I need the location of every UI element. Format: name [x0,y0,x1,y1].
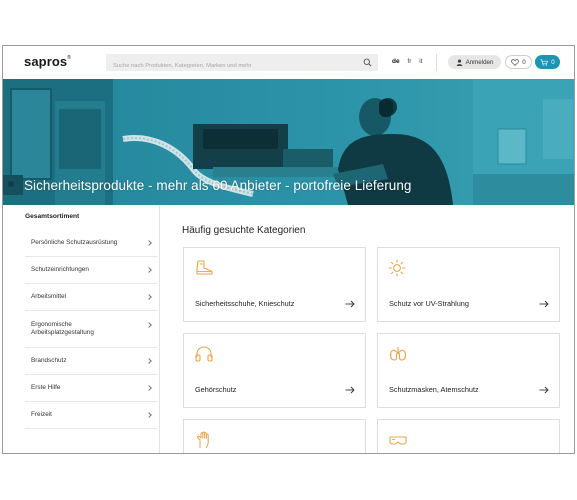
boot-icon [196,260,213,275]
heart-icon [511,58,520,66]
sidebar-item-ergonomische-arbeitsplatzgestaltung[interactable]: Ergonomische Arbeitsplatzgestaltung [25,311,158,348]
sidebar-item-label: Brandschutz [31,357,67,364]
sidebar-item-label: Persönliche Schutzausrüstung [31,239,118,246]
category-card-handschutz[interactable] [183,419,366,453]
sidebar-item-persoenliche-schutzausruestung[interactable]: Persönliche Schutzausrüstung [25,230,158,257]
headphones-icon [195,346,213,362]
goggles-icon [389,436,407,445]
category-card-uv-schutz[interactable]: Schutz vor UV-Strahlung [377,247,560,322]
glove-icon [197,431,209,449]
category-card-augenschutz[interactable] [377,419,560,453]
chevron-right-icon [146,322,152,328]
sidebar-title: Gesamtsortiment [25,213,80,220]
arrow-right-icon [539,300,549,308]
cart-icon [540,59,549,66]
search-input[interactable] [106,57,346,75]
arrow-right-icon [345,386,355,394]
wishlist-button[interactable]: 0 [505,55,532,69]
lang-it[interactable]: it [419,58,422,65]
card-label: Gehörschutz [195,385,237,394]
login-button[interactable]: Anmelden [448,55,501,69]
category-sidebar: Gesamtsortiment Persönliche Schutzausrüs… [3,205,160,453]
chevron-right-icon [146,267,152,273]
sidebar-item-arbeitsmittel[interactable]: Arbeitsmittel [25,284,158,311]
logo[interactable]: sapros® [24,54,71,69]
user-icon [456,58,462,66]
chevron-right-icon [146,412,152,418]
search-icon[interactable] [363,58,372,67]
sidebar-item-schutzeinrichtungen[interactable]: Schutzeinrichtungen [25,257,158,284]
sun-icon [388,259,406,277]
wishlist-count: 0 [522,58,526,66]
lang-fr[interactable]: fr [407,58,411,65]
sidebar-item-erste-hilfe[interactable]: Erste Hilfe [25,375,158,402]
divider [436,54,437,71]
arrow-right-icon [539,386,549,394]
header: sapros® de fr it Anmelden 0 [3,46,574,79]
sidebar-item-brandschutz[interactable]: Brandschutz [25,348,158,375]
card-label: Sicherheitsschuhe, Knieschutz [195,299,295,308]
hero-banner: Sicherheitsprodukte - mehr als 60 Anbiet… [3,79,574,205]
sidebar-item-label: Schutzeinrichtungen [31,266,89,273]
search-bar[interactable] [106,54,378,75]
cart-button[interactable]: 0 [535,55,560,69]
sidebar-item-label: Ergonomische Arbeitsplatzgestaltung [31,321,94,336]
chevron-right-icon [146,358,152,364]
language-switcher: de fr it [392,58,428,65]
sidebar-item-label: Freizeit [31,411,52,418]
sidebar-item-label: Arbeitsmittel [31,293,67,300]
category-card-atemschutz[interactable]: Schutzmasken, Atemschutz [377,333,560,408]
sidebar-item-label: Erste Hilfe [31,384,61,391]
logo-mark: ® [67,55,72,61]
chevron-right-icon [146,385,152,391]
sidebar-item-freizeit[interactable]: Freizeit [25,402,158,429]
section-title: Häufig gesuchte Kategorien [182,225,306,236]
chevron-right-icon [146,294,152,300]
cart-count: 0 [551,58,555,66]
lang-de[interactable]: de [392,58,400,65]
sidebar-list: Persönliche Schutzausrüstung Schutzeinri… [25,230,158,429]
arrow-right-icon [345,300,355,308]
category-card-gehoerschutz[interactable]: Gehörschutz [183,333,366,408]
logo-text: sapros [24,54,68,69]
chevron-right-icon [146,240,152,246]
lungs-icon [389,347,407,361]
main-content: Häufig gesuchte Kategorien Sicherheitssc… [161,205,574,453]
hero-title: Sicherheitsprodukte - mehr als 60 Anbiet… [24,178,412,193]
category-card-sicherheitsschuhe[interactable]: Sicherheitsschuhe, Knieschutz [183,247,366,322]
page-frame: sapros® de fr it Anmelden 0 [2,45,575,454]
card-label: Schutzmasken, Atemschutz [389,385,479,394]
login-label: Anmelden [465,58,494,66]
card-label: Schutz vor UV-Strahlung [389,299,469,308]
